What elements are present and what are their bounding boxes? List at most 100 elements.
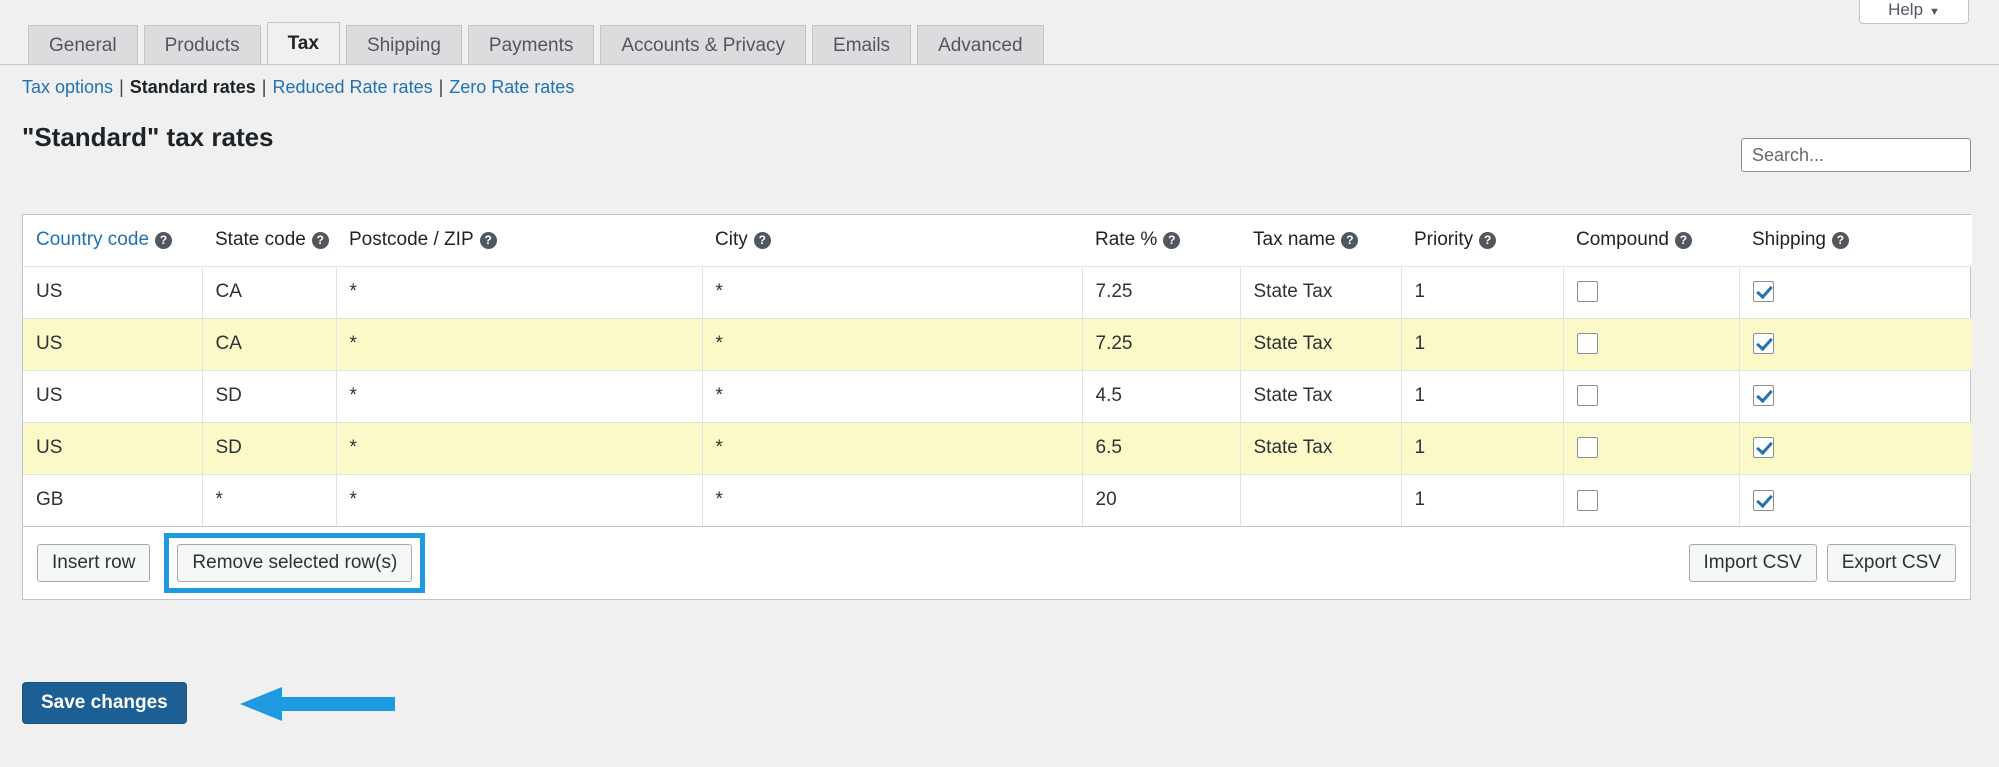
tax-subnav: Tax options|Standard rates|Reduced Rate …: [22, 77, 574, 98]
cell-postcode-zip[interactable]: *: [336, 266, 702, 318]
col-header-shipping: Shipping?: [1739, 215, 1972, 266]
tab-emails[interactable]: Emails: [812, 25, 911, 64]
cell-postcode-zip[interactable]: *: [336, 422, 702, 474]
cell-compound-checkbox: [1563, 266, 1739, 318]
cell-priority[interactable]: 1: [1401, 318, 1563, 370]
cell-state-code[interactable]: *: [202, 474, 336, 526]
col-header-label: Priority: [1414, 229, 1473, 250]
col-header-label: Compound: [1576, 229, 1669, 250]
import-csv-button[interactable]: Import CSV: [1689, 544, 1817, 582]
cell-priority[interactable]: 1: [1401, 370, 1563, 422]
help-tip-icon[interactable]: ?: [480, 232, 497, 249]
cell-tax-name[interactable]: State Tax: [1240, 318, 1401, 370]
col-header-country-code[interactable]: Country code?: [23, 215, 202, 266]
annotation-arrow-left: [240, 687, 395, 721]
cell-rate-percent[interactable]: 4.5: [1082, 370, 1240, 422]
settings-tab-bar: GeneralProductsTaxShippingPaymentsAccoun…: [28, 24, 1999, 64]
cell-state-code[interactable]: SD: [202, 422, 336, 474]
cell-country-code[interactable]: US: [23, 266, 202, 318]
table-row[interactable]: USSD**4.5State Tax1: [23, 370, 1972, 422]
shipping-checkbox[interactable]: [1753, 385, 1774, 406]
table-body: USCA**7.25State Tax1USCA**7.25State Tax1…: [23, 266, 1972, 526]
tab-advanced[interactable]: Advanced: [917, 25, 1044, 64]
cell-compound-checkbox: [1563, 422, 1739, 474]
help-tip-icon[interactable]: ?: [1341, 232, 1358, 249]
cell-state-code[interactable]: SD: [202, 370, 336, 422]
cell-rate-percent[interactable]: 7.25: [1082, 266, 1240, 318]
export-csv-button[interactable]: Export CSV: [1827, 544, 1956, 582]
cell-priority[interactable]: 1: [1401, 422, 1563, 474]
search-input[interactable]: [1741, 138, 1971, 172]
cell-country-code[interactable]: US: [23, 422, 202, 474]
save-row: Save changes: [22, 682, 187, 724]
cell-priority[interactable]: 1: [1401, 474, 1563, 526]
help-tip-icon[interactable]: ?: [1675, 232, 1692, 249]
col-header-label: Postcode / ZIP: [349, 229, 474, 250]
help-tip-icon[interactable]: ?: [1479, 232, 1496, 249]
cell-priority[interactable]: 1: [1401, 266, 1563, 318]
cell-compound-checkbox: [1563, 318, 1739, 370]
help-tip-icon[interactable]: ?: [155, 232, 172, 249]
cell-city[interactable]: *: [702, 422, 1082, 474]
tab-accounts-privacy[interactable]: Accounts & Privacy: [600, 25, 806, 64]
cell-postcode-zip[interactable]: *: [336, 474, 702, 526]
help-tip-icon[interactable]: ?: [754, 232, 771, 249]
subnav-tax-options[interactable]: Tax options: [22, 77, 113, 97]
shipping-checkbox[interactable]: [1753, 333, 1774, 354]
tab-general[interactable]: General: [28, 25, 138, 64]
shipping-checkbox[interactable]: [1753, 281, 1774, 302]
col-header-state-code: State code?: [202, 215, 336, 266]
cell-shipping-checkbox: [1739, 266, 1972, 318]
cell-country-code[interactable]: GB: [23, 474, 202, 526]
table-row[interactable]: GB***201: [23, 474, 1972, 526]
col-header-label: Shipping: [1752, 229, 1826, 250]
cell-country-code[interactable]: US: [23, 318, 202, 370]
cell-tax-name[interactable]: [1240, 474, 1401, 526]
col-header-postcode-zip: Postcode / ZIP?: [336, 215, 702, 266]
tab-shipping[interactable]: Shipping: [346, 25, 462, 64]
cell-state-code[interactable]: CA: [202, 266, 336, 318]
table-row[interactable]: USSD**6.5State Tax1: [23, 422, 1972, 474]
subnav-standard-rates: Standard rates: [130, 77, 256, 97]
table-footer: Insert row Remove selected row(s) Import…: [23, 526, 1970, 599]
save-changes-button[interactable]: Save changes: [22, 682, 187, 724]
help-button[interactable]: Help ▼: [1859, 0, 1969, 24]
tab-payments[interactable]: Payments: [468, 25, 594, 64]
cell-rate-percent[interactable]: 20: [1082, 474, 1240, 526]
col-header-label: Tax name: [1253, 229, 1335, 250]
compound-checkbox[interactable]: [1577, 385, 1598, 406]
footer-left-actions: Insert row Remove selected row(s): [37, 533, 425, 593]
cell-city[interactable]: *: [702, 474, 1082, 526]
table-row[interactable]: USCA**7.25State Tax1: [23, 266, 1972, 318]
cell-city[interactable]: *: [702, 370, 1082, 422]
cell-tax-name[interactable]: State Tax: [1240, 266, 1401, 318]
insert-row-button[interactable]: Insert row: [37, 544, 150, 582]
cell-city[interactable]: *: [702, 266, 1082, 318]
cell-city[interactable]: *: [702, 318, 1082, 370]
compound-checkbox[interactable]: [1577, 281, 1598, 302]
cell-rate-percent[interactable]: 6.5: [1082, 422, 1240, 474]
remove-selected-rows-button[interactable]: Remove selected row(s): [177, 544, 412, 582]
col-header-compound: Compound?: [1563, 215, 1739, 266]
cell-postcode-zip[interactable]: *: [336, 318, 702, 370]
help-tip-icon[interactable]: ?: [312, 232, 329, 249]
subnav-zero-rate-rates[interactable]: Zero Rate rates: [449, 77, 574, 97]
compound-checkbox[interactable]: [1577, 490, 1598, 511]
tab-tax[interactable]: Tax: [267, 22, 340, 64]
help-label: Help: [1888, 0, 1923, 20]
shipping-checkbox[interactable]: [1753, 490, 1774, 511]
cell-tax-name[interactable]: State Tax: [1240, 422, 1401, 474]
compound-checkbox[interactable]: [1577, 437, 1598, 458]
cell-tax-name[interactable]: State Tax: [1240, 370, 1401, 422]
subnav-reduced-rate-rates[interactable]: Reduced Rate rates: [272, 77, 432, 97]
cell-country-code[interactable]: US: [23, 370, 202, 422]
cell-state-code[interactable]: CA: [202, 318, 336, 370]
shipping-checkbox[interactable]: [1753, 437, 1774, 458]
compound-checkbox[interactable]: [1577, 333, 1598, 354]
tab-products[interactable]: Products: [144, 25, 261, 64]
help-tip-icon[interactable]: ?: [1163, 232, 1180, 249]
table-row[interactable]: USCA**7.25State Tax1: [23, 318, 1972, 370]
cell-rate-percent[interactable]: 7.25: [1082, 318, 1240, 370]
help-tip-icon[interactable]: ?: [1832, 232, 1849, 249]
cell-postcode-zip[interactable]: *: [336, 370, 702, 422]
